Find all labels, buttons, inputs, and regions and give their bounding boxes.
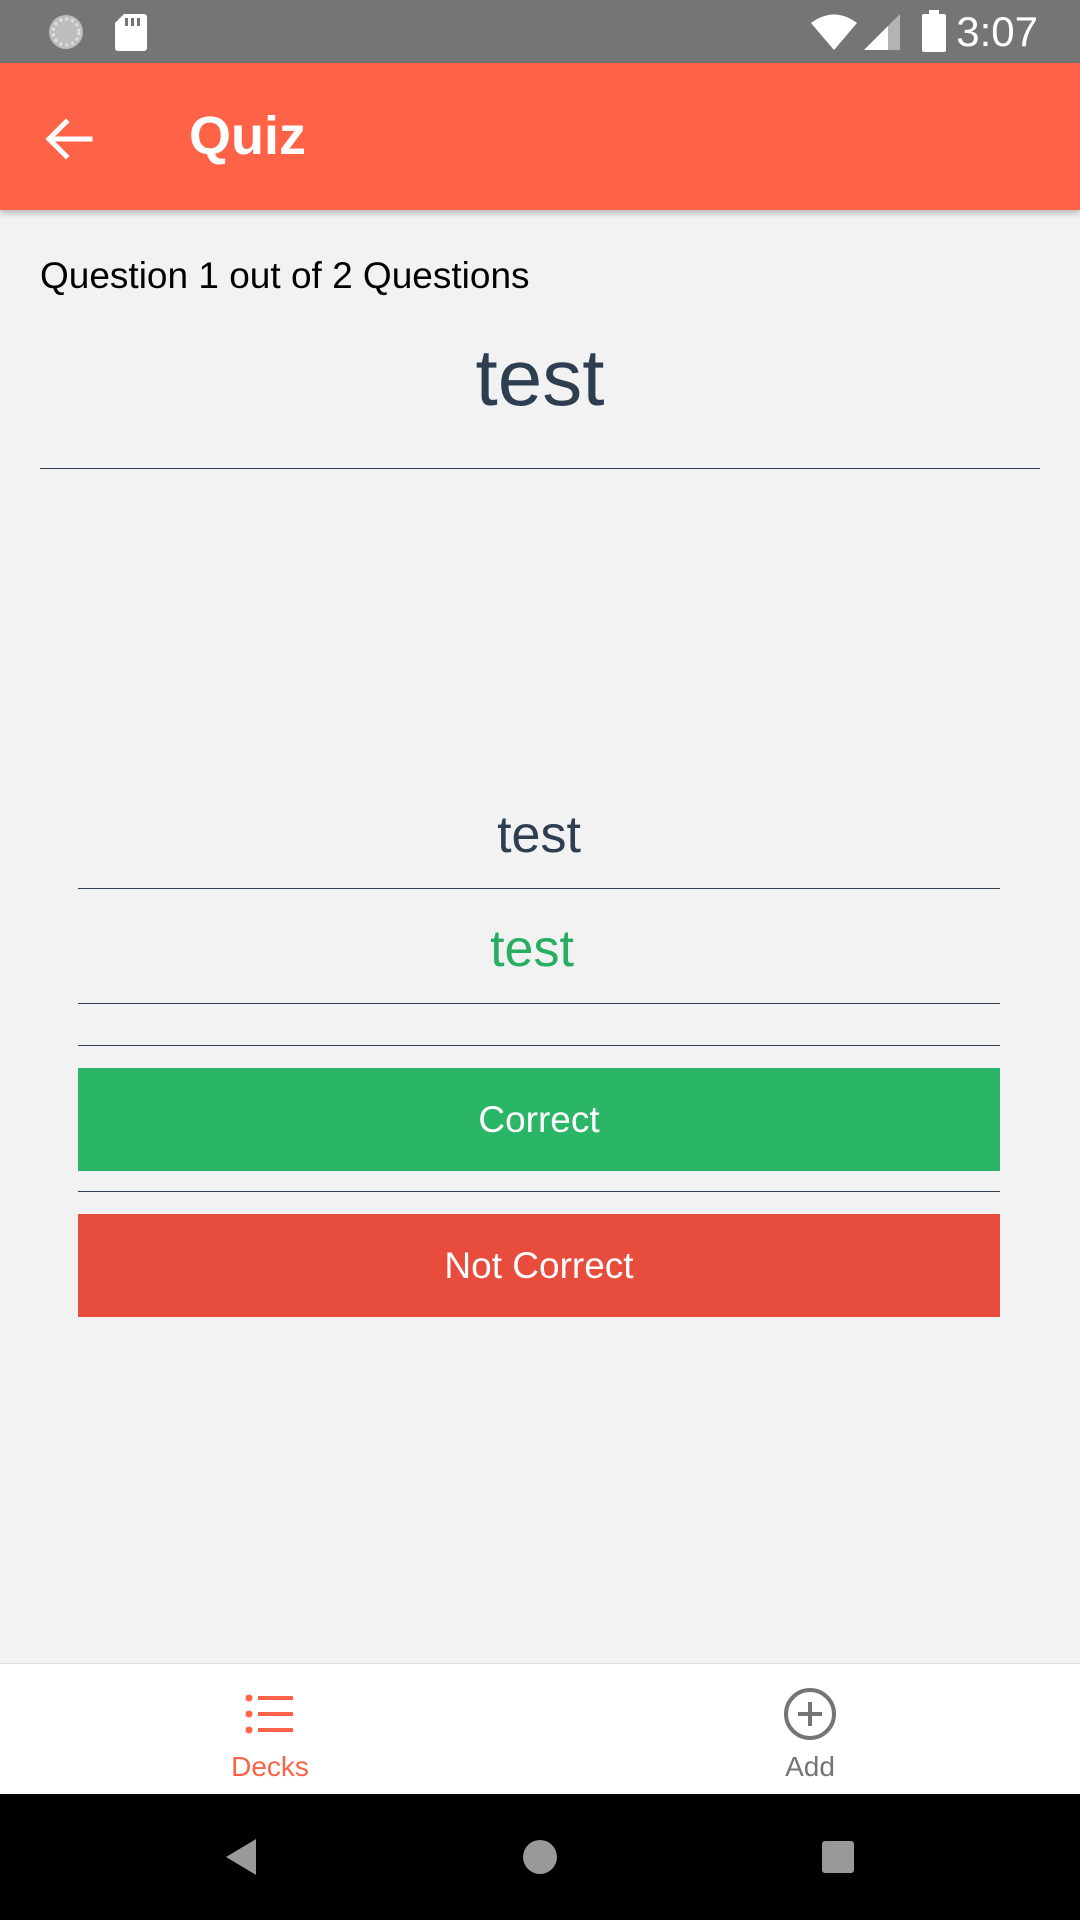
answer-input-underline [78, 888, 1000, 889]
not-correct-button[interactable]: Not Correct [78, 1214, 1000, 1317]
bottom-navigation: Decks Add [0, 1663, 1080, 1795]
answer-reveal: test [490, 920, 574, 978]
correct-button[interactable]: Correct [78, 1068, 1000, 1171]
nav-item-decks[interactable]: Decks [0, 1664, 540, 1795]
status-time: 3:07 [956, 8, 1038, 55]
question-text: test [475, 333, 605, 422]
nav-item-add[interactable]: Add [540, 1664, 1080, 1795]
question-progress: Question 1 out of 2 Questions [40, 255, 530, 296]
question-divider [40, 468, 1040, 469]
status-bar: 3:07 [0, 0, 1080, 63]
nav-label-decks: Decks [231, 1751, 309, 1782]
answer-reveal-divider [78, 1003, 1000, 1004]
arrow-back-icon [32, 118, 104, 179]
system-navigation-bar [0, 1794, 1080, 1920]
back-triangle-icon[interactable] [222, 1827, 262, 1892]
wifi-icon [810, 12, 858, 57]
recents-square-icon[interactable] [818, 1827, 858, 1892]
loading-icon [46, 12, 86, 57]
battery-icon [922, 10, 946, 57]
nav-label-add: Add [785, 1751, 835, 1782]
divider [78, 1045, 1000, 1046]
answer-input[interactable]: test [78, 800, 1000, 870]
signal-icon [864, 12, 902, 57]
app-bar: Quiz [0, 63, 1080, 210]
page-title: Quiz [189, 106, 306, 166]
sd-card-icon [114, 12, 148, 57]
home-circle-icon[interactable] [518, 1827, 562, 1892]
back-button[interactable] [32, 103, 104, 175]
divider [78, 1191, 1000, 1192]
